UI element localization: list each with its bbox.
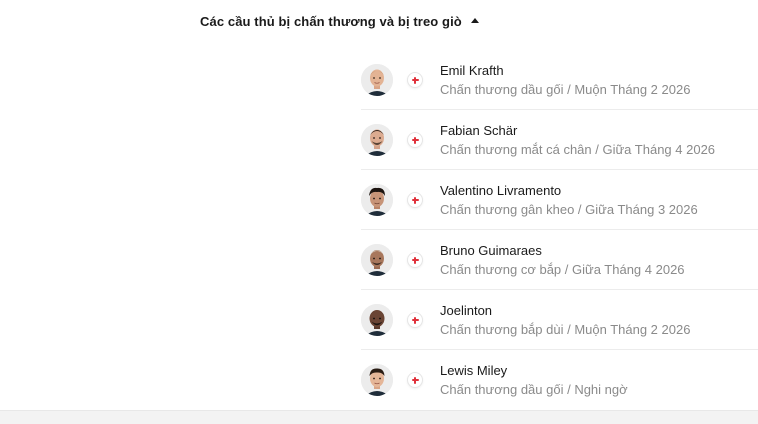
player-row[interactable]: Emil Krafth Chấn thương dầu gối / Muộn T… [361, 50, 758, 110]
injury-cross-icon [407, 252, 423, 268]
player-name[interactable]: Lewis Miley [440, 363, 507, 378]
injury-status: Chấn thương mắt cá chân / Giữa Tháng 4 2… [440, 142, 716, 157]
bottom-divider [0, 410, 758, 424]
injury-cross-icon [407, 192, 423, 208]
player-avatar [361, 364, 393, 396]
player-avatar [361, 304, 393, 336]
player-row[interactable]: Bruno Guimaraes Chấn thương cơ bắp / Giữ… [361, 230, 758, 290]
caret-up-icon[interactable] [470, 17, 479, 23]
player-row[interactable]: Joelinton Chấn thương bắp dùi / Muộn Thá… [361, 290, 758, 350]
player-avatar [361, 184, 393, 216]
injuries-page: Các cầu thủ bị chấn thương và bị treo gi… [0, 0, 758, 424]
injury-status: Chấn thương cơ bắp / Giữa Tháng 4 2026 [440, 262, 685, 277]
player-name[interactable]: Emil Krafth [440, 63, 504, 78]
injury-cross-icon [407, 312, 423, 328]
player-name[interactable]: Joelinton [440, 303, 492, 318]
player-row[interactable]: Lewis Miley Chấn thương dầu gối / Nghi n… [361, 350, 758, 410]
injury-cross-icon [407, 372, 423, 388]
injury-status: Chấn thương gân kheo / Giữa Tháng 3 2026 [440, 202, 698, 217]
player-row[interactable]: Fabian Schär Chấn thương mắt cá chân / G… [361, 110, 758, 170]
player-avatar [361, 244, 393, 276]
player-name[interactable]: Fabian Schär [440, 123, 517, 138]
injured-players-list: Emil Krafth Chấn thương dầu gối / Muộn T… [361, 50, 758, 410]
player-name[interactable]: Valentino Livramento [440, 183, 561, 198]
player-avatar [361, 124, 393, 156]
injuries-section-header[interactable]: Các cầu thủ bị chấn thương và bị treo gi… [200, 11, 479, 31]
section-title: Các cầu thủ bị chấn thương và bị treo gi… [200, 13, 462, 29]
player-row[interactable]: Valentino Livramento Chấn thương gân khe… [361, 170, 758, 230]
injury-cross-icon [407, 132, 423, 148]
injury-status: Chấn thương bắp dùi / Muộn Tháng 2 2026 [440, 322, 691, 337]
player-name[interactable]: Bruno Guimaraes [440, 243, 542, 258]
injury-status: Chấn thương dầu gối / Nghi ngờ [440, 382, 628, 397]
player-avatar [361, 64, 393, 96]
injury-cross-icon [407, 72, 423, 88]
injury-status: Chấn thương dầu gối / Muộn Tháng 2 2026 [440, 82, 691, 97]
